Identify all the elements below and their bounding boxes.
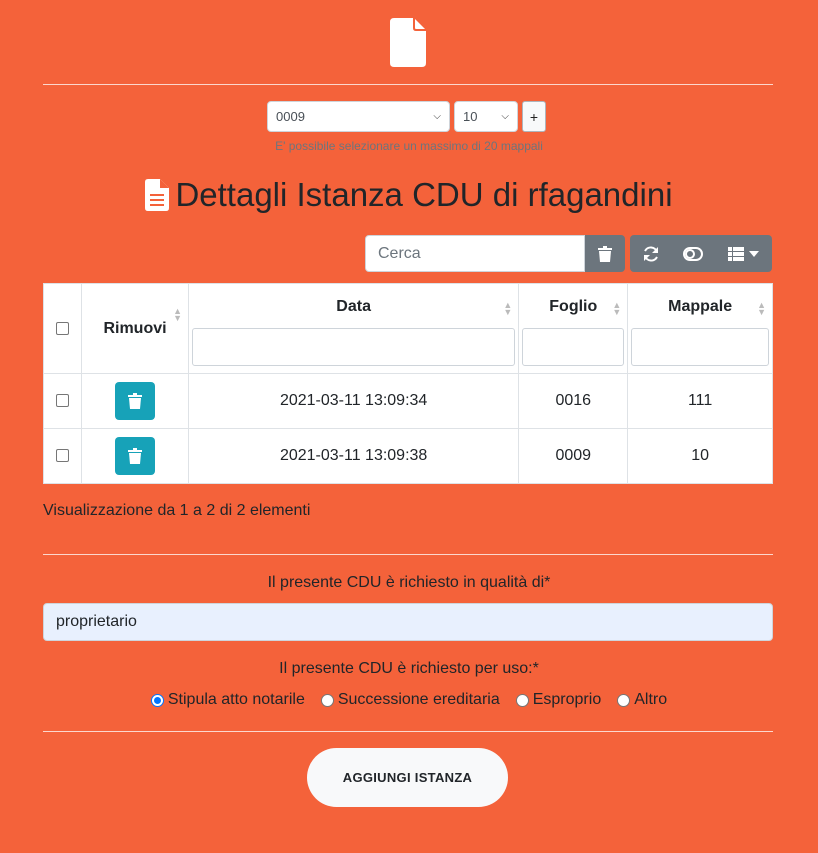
toggle-view-button[interactable] <box>672 235 714 272</box>
uso-label: Il presente CDU è richiesto per uso:* <box>279 660 539 677</box>
toggle-icon <box>683 246 703 261</box>
radio-button[interactable] <box>617 693 631 707</box>
selector-row: 0009 ⌵ 10 ⌵ + <box>267 101 546 132</box>
page-title-text: Dettagli Istanza CDU di rfagandini <box>175 176 673 213</box>
trash-icon <box>128 448 142 464</box>
row-checkbox[interactable] <box>56 449 69 463</box>
row-remove-cell <box>81 428 189 484</box>
table-actions-group <box>630 235 772 272</box>
selection-hint: E' possibile selezionare un massimo di 2… <box>275 139 543 153</box>
columns-icon <box>727 246 744 261</box>
radio-label: Stipula atto notarile <box>167 691 305 708</box>
select-all-checkbox[interactable] <box>56 321 69 335</box>
add-mappale-button[interactable]: + <box>522 101 546 132</box>
page-title: Dettagli Istanza CDU di rfagandini <box>0 176 818 214</box>
data-filter-input[interactable] <box>192 328 516 366</box>
refresh-button[interactable] <box>630 235 672 272</box>
table-toolbar: Cerca <box>365 235 772 272</box>
file-alt-icon <box>145 179 170 211</box>
column-header-rimuovi[interactable]: Rimuovi ▲ ▼ <box>81 283 189 374</box>
radio-button[interactable] <box>320 693 334 707</box>
divider <box>43 554 773 555</box>
divider <box>43 84 773 85</box>
trash-icon <box>128 393 142 409</box>
add-instance-button[interactable]: AGGIUNGI ISTANZA <box>307 748 508 807</box>
sort-icon: ▲ ▼ <box>503 300 513 317</box>
clear-search-button[interactable] <box>585 235 625 272</box>
column-header-foglio[interactable]: Foglio ▲ ▼ <box>518 283 629 374</box>
table-row: 2021-03-11 13:09:38 0009 10 <box>43 428 773 484</box>
row-mappale: 111 <box>627 373 773 429</box>
columns-dropdown-button[interactable] <box>714 235 772 272</box>
qualita-input[interactable]: proprietario <box>43 603 773 641</box>
column-header-mappale[interactable]: Mappale ▲ ▼ <box>627 283 773 374</box>
row-checkbox[interactable] <box>56 394 69 408</box>
row-foglio: 0016 <box>518 373 629 429</box>
column-header-label: Rimuovi <box>103 319 167 337</box>
radio-label: Successione ereditaria <box>337 691 500 708</box>
radio-label: Altro <box>634 691 668 708</box>
row-remove-cell <box>81 373 189 429</box>
search-placeholder: Cerca <box>378 244 421 262</box>
row-select-cell <box>43 373 82 429</box>
chevron-down-icon: ⌵ <box>501 111 509 122</box>
uso-option-esproprio[interactable]: Esproprio <box>515 691 602 709</box>
qualita-label: Il presente CDU è richiesto in qualità d… <box>267 574 551 591</box>
uso-option-altro[interactable]: Altro <box>617 691 667 709</box>
sort-icon: ▲ ▼ <box>612 300 622 317</box>
instances-table: Rimuovi ▲ ▼ Data ▲ ▼ Foglio ▲ ▼ Mappale ▲ ▼ <box>43 283 773 484</box>
column-header-label: Data <box>336 298 371 315</box>
table-row: 2021-03-11 13:09:34 0016 111 <box>43 373 773 429</box>
select-all-cell <box>43 283 82 374</box>
radio-button[interactable] <box>515 693 529 707</box>
foglio-select[interactable]: 0009 ⌵ <box>267 101 450 132</box>
remove-row-button[interactable] <box>115 382 155 420</box>
row-mappale: 10 <box>627 428 773 484</box>
file-icon <box>390 18 426 67</box>
row-select-cell <box>43 428 82 484</box>
sort-icon: ▲ ▼ <box>173 306 182 323</box>
column-header-label: Foglio <box>549 298 598 315</box>
row-data: 2021-03-11 13:09:38 <box>187 428 520 484</box>
mappale-filter-input[interactable] <box>631 328 769 366</box>
mappale-select[interactable]: 10 ⌵ <box>454 101 518 132</box>
foglio-filter-input[interactable] <box>522 328 625 366</box>
radio-label: Esproprio <box>532 691 602 708</box>
pagination-info: Visualizzazione da 1 a 2 di 2 elementi <box>43 502 311 519</box>
search-input[interactable]: Cerca <box>365 235 585 272</box>
mappale-select-value: 10 <box>463 109 478 124</box>
column-header-data[interactable]: Data ▲ ▼ <box>187 283 520 374</box>
caret-down-icon <box>748 250 759 257</box>
column-header-label: Mappale <box>668 298 733 315</box>
sort-icon: ▲ ▼ <box>757 300 766 317</box>
qualita-input-value: proprietario <box>56 613 137 630</box>
uso-option-stipula[interactable]: Stipula atto notarile <box>150 691 305 709</box>
chevron-down-icon: ⌵ <box>433 111 441 122</box>
uso-option-successione[interactable]: Successione ereditaria <box>320 691 500 709</box>
radio-button-selected[interactable] <box>150 693 164 707</box>
row-data: 2021-03-11 13:09:34 <box>187 373 520 429</box>
divider <box>43 731 773 732</box>
row-foglio: 0009 <box>518 428 629 484</box>
uso-radio-group: Stipula atto notarile Successione eredit… <box>0 691 818 709</box>
refresh-icon <box>644 245 658 262</box>
foglio-select-value: 0009 <box>276 109 305 124</box>
remove-row-button[interactable] <box>115 437 155 475</box>
trash-icon <box>598 245 612 262</box>
